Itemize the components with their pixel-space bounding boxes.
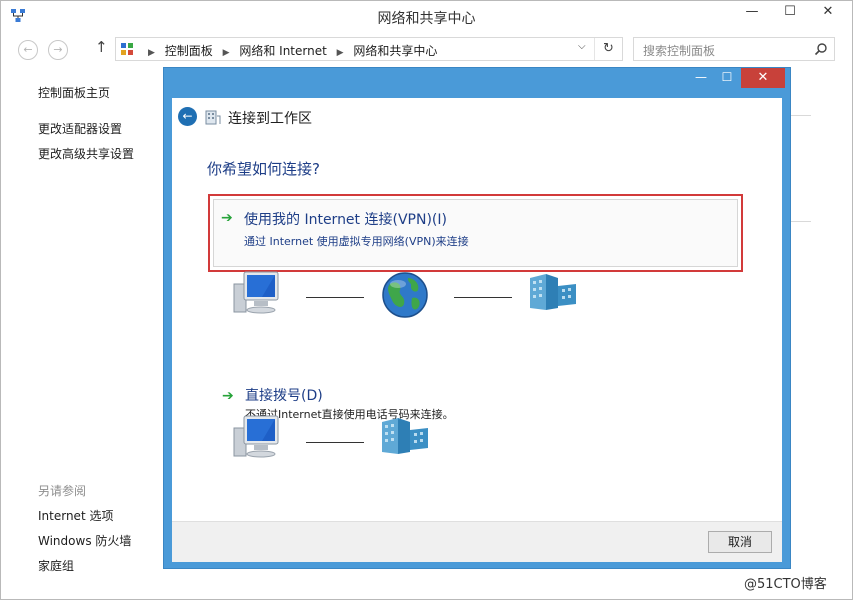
workplace-connection-icon (205, 110, 221, 125)
connection-line (454, 297, 512, 298)
vpn-option-description: 通过 Internet 使用虚拟专用网络(VPN)来连接 (244, 235, 469, 248)
address-bar[interactable]: ▶ 控制面板 ▶ 网络和 Internet ▶ 网络和共享中心 ⌵ ↻ (115, 37, 623, 61)
search-box[interactable]: 搜索控制面板 (633, 37, 835, 61)
address-dropdown-icon[interactable]: ⌵ (578, 41, 586, 52)
navigation-bar: ← → ↑ ▶ 控制面板 ▶ 网络和 Internet ▶ 网络和共享中心 ⌵ … (1, 31, 852, 67)
refresh-button[interactable]: ↻ (594, 38, 622, 60)
computer-icon (233, 271, 279, 314)
vpn-option-title[interactable]: 使用我的 Internet 连接(VPN)(I) (244, 209, 447, 229)
see-also-heading: 另请参阅 (38, 484, 87, 498)
breadcrumb-item-control-panel[interactable]: 控制面板 (165, 44, 213, 58)
breadcrumb-item-sharing-center[interactable]: 网络和共享中心 (353, 44, 437, 58)
maximize-button[interactable]: ☐ (775, 1, 805, 25)
breadcrumb-separator-icon: ▶ (336, 48, 344, 58)
green-arrow-icon: ➔ (222, 388, 234, 404)
background-divider (791, 221, 811, 222)
dial-option-title[interactable]: 直接拨号(D) (245, 385, 323, 405)
search-input[interactable]: 搜索控制面板 (643, 42, 715, 59)
green-arrow-icon: ➔ (221, 210, 233, 226)
vpn-option-highlight: ➔ 使用我的 Internet 连接(VPN)(I) 通过 Internet 使… (208, 194, 743, 272)
connect-to-workplace-dialog: — ☐ ✕ ← 连接到工作区 你希望如何连接? ➔ 使用我的 Internet … (163, 67, 791, 569)
dialog-title: 连接到工作区 (228, 111, 312, 127)
sidebar-item-homegroup[interactable]: 家庭组 (38, 557, 74, 574)
dialog-footer: 取消 (172, 521, 782, 562)
watermark: @51CTO博客 (744, 577, 827, 592)
forward-button[interactable]: → (48, 40, 68, 60)
title-bar: 网络和共享中心 — ☐ ✕ (1, 1, 852, 31)
window-title: 网络和共享中心 (377, 11, 476, 27)
control-panel-icon (121, 43, 133, 55)
computer-icon (233, 415, 279, 458)
breadcrumb: ▶ 控制面板 ▶ 网络和 Internet ▶ 网络和共享中心 (142, 42, 437, 59)
background-divider (791, 115, 811, 116)
breadcrumb-separator-icon: ▶ (222, 48, 230, 58)
dialog-close-button[interactable]: ✕ (741, 68, 785, 88)
vpn-option[interactable]: ➔ 使用我的 Internet 连接(VPN)(I) 通过 Internet 使… (213, 199, 738, 267)
dialog-minimize-button[interactable]: — (688, 68, 714, 88)
up-button[interactable]: ↑ (95, 38, 108, 56)
sidebar-item-adapter-settings[interactable]: 更改适配器设置 (38, 120, 122, 137)
connection-line (306, 297, 364, 298)
breadcrumb-item-network-internet[interactable]: 网络和 Internet (239, 44, 326, 58)
connection-line (306, 442, 364, 443)
back-button[interactable]: ← (18, 40, 38, 60)
cancel-button[interactable]: 取消 (708, 531, 772, 553)
search-icon[interactable] (814, 42, 828, 56)
connection-question: 你希望如何连接? (207, 160, 320, 178)
sidebar-item-home[interactable]: 控制面板主页 (38, 84, 110, 101)
sidebar-item-advanced-sharing[interactable]: 更改高级共享设置 (38, 145, 134, 162)
dialog-maximize-button[interactable]: ☐ (714, 68, 740, 88)
office-building-icon (530, 274, 576, 310)
globe-icon (382, 272, 428, 318)
dialog-back-button[interactable]: ← (178, 107, 197, 126)
minimize-button[interactable]: — (737, 1, 767, 25)
breadcrumb-separator-icon: ▶ (148, 48, 155, 58)
dialog-content: ← 连接到工作区 你希望如何连接? ➔ 使用我的 Internet 连接(VPN… (172, 98, 782, 521)
sidebar-item-firewall[interactable]: Windows 防火墙 (38, 532, 131, 549)
close-button[interactable]: ✕ (813, 1, 843, 25)
sidebar-item-internet-options[interactable]: Internet 选项 (38, 507, 113, 524)
office-building-icon (382, 418, 428, 454)
